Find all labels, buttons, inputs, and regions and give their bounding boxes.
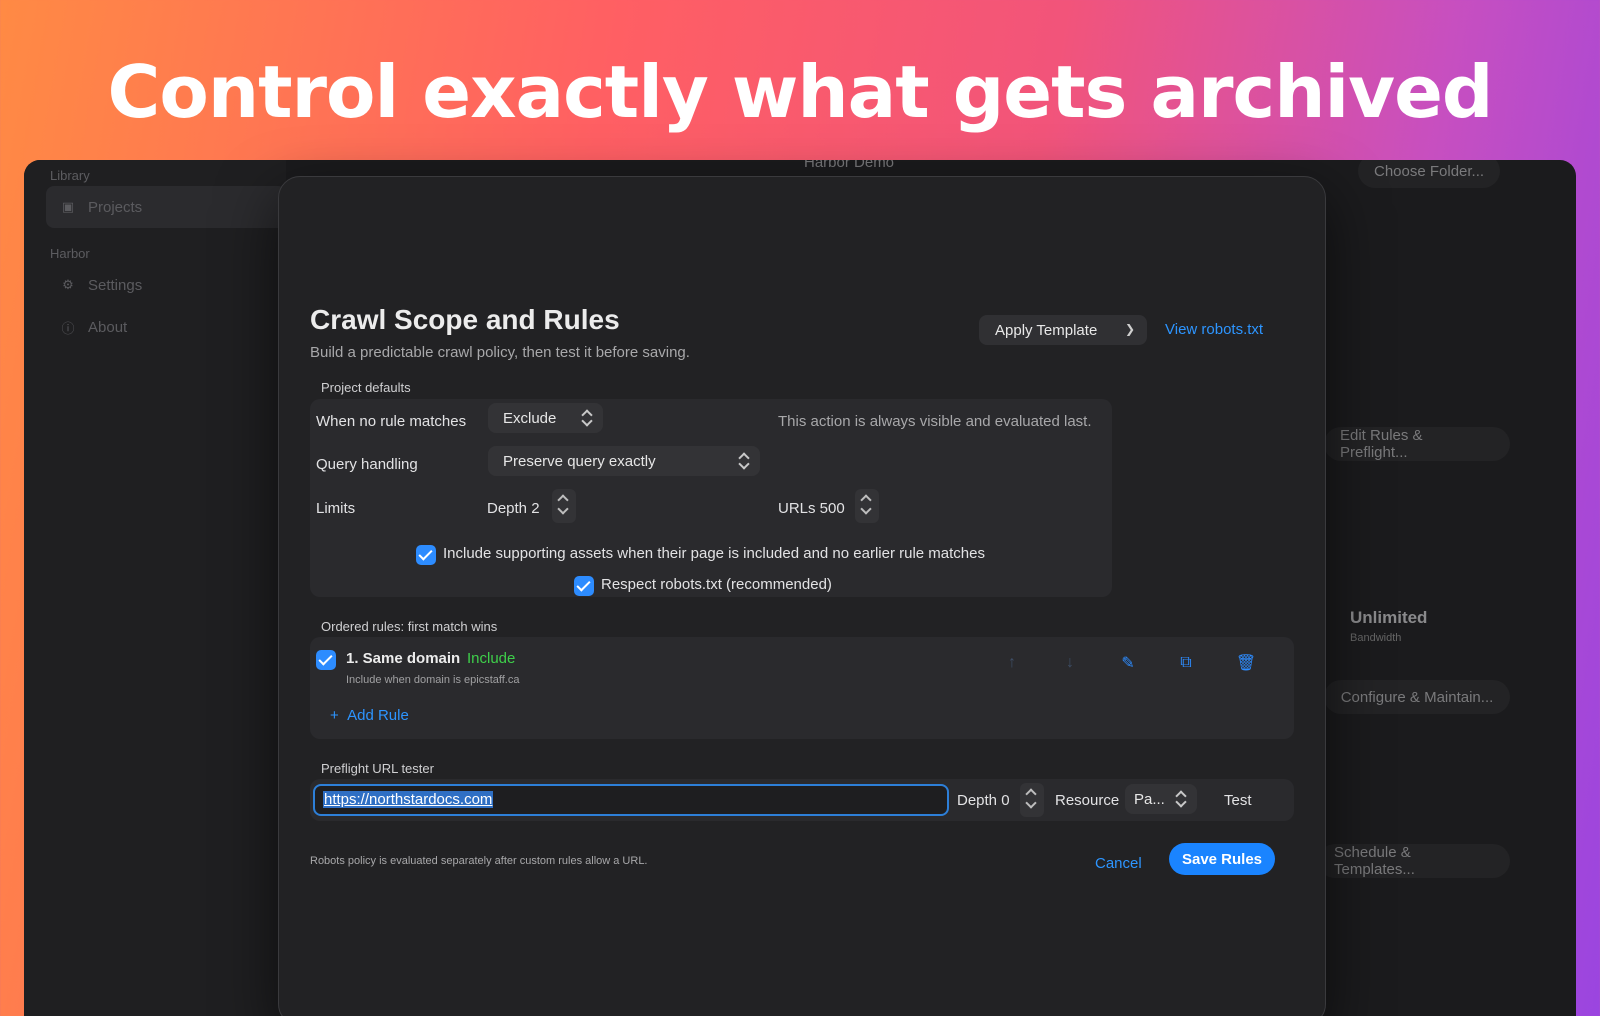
edit-icon[interactable]: ✎: [1118, 653, 1138, 673]
choose-folder-button[interactable]: Choose Folder...: [1358, 160, 1501, 188]
plus-icon: +: [330, 707, 348, 724]
project-defaults-label: Project defaults: [321, 380, 411, 395]
preflight-depth-label: Depth 0: [957, 792, 1010, 809]
include-assets-checkbox[interactable]: [416, 545, 436, 565]
urls-stepper[interactable]: [855, 489, 879, 523]
updown-chevron-icon: [1175, 790, 1187, 808]
sidebar-item-label: Settings: [88, 276, 143, 294]
footer-note: Robots policy is evaluated separately af…: [310, 855, 648, 867]
rules-panel: 1. Same domain Include Include when doma…: [310, 637, 1294, 739]
respect-robots-label: Respect robots.txt (recommended): [601, 576, 832, 593]
cancel-button[interactable]: Cancel: [1095, 855, 1142, 872]
rule-description: Include when domain is epicstaff.ca: [346, 674, 520, 686]
info-icon: ⓘ: [61, 320, 75, 336]
bandwidth-label: Bandwidth: [1350, 632, 1402, 644]
url-value: https://northstardocs.com: [323, 791, 494, 808]
no-match-label: When no rule matches: [316, 413, 467, 430]
configure-button[interactable]: Configure & Maintain...: [1324, 680, 1510, 714]
sidebar-item-about[interactable]: ⓘ About: [46, 306, 286, 348]
project-defaults-panel: When no rule matches Exclude This action…: [310, 399, 1112, 597]
trash-icon[interactable]: 🗑: [1236, 653, 1256, 673]
box-icon: ▣: [61, 199, 75, 214]
chevron-down-icon: ❯: [1124, 322, 1135, 336]
limits-label: Limits: [316, 500, 356, 517]
add-rule-button[interactable]: + Add Rule: [330, 707, 409, 724]
sidebar-item-projects[interactable]: ▣ Projects: [46, 186, 286, 228]
save-rules-button[interactable]: Save Rules: [1169, 843, 1275, 875]
depth-limit-label: Depth 2: [487, 500, 540, 517]
urls-limit-label: URLs 500: [778, 500, 845, 517]
dialog-title: Crawl Scope and Rules: [310, 304, 620, 335]
view-robots-link[interactable]: View robots.txt: [1165, 321, 1263, 338]
dialog-subtitle: Build a predictable crawl policy, then t…: [310, 344, 690, 361]
sidebar-item-label: About: [88, 318, 128, 336]
query-handling-label: Query handling: [316, 456, 418, 473]
project-name: Harbor Demo: [804, 160, 895, 171]
gear-icon: ⚙: [62, 277, 74, 292]
preflight-panel: https://northstardocs.com Depth 0 Resour…: [310, 779, 1294, 821]
edit-rules-button[interactable]: Edit Rules & Preflight...: [1324, 427, 1510, 461]
headline: Control exactly what gets archived: [107, 50, 1494, 134]
sidebar: Library ▣ Projects Harbor ⚙ Settings ⓘ A…: [24, 160, 286, 1016]
no-match-note: This action is always visible and evalua…: [778, 413, 1092, 430]
resource-value: Pa...: [1134, 790, 1165, 808]
query-handling-value: Preserve query exactly: [503, 452, 656, 470]
duplicate-icon[interactable]: ⧉: [1176, 653, 1196, 673]
no-match-value: Exclude: [503, 409, 557, 427]
crawl-rules-dialog: Crawl Scope and Rules Build a predictabl…: [278, 176, 1326, 1016]
rule-action: Include: [467, 650, 516, 667]
move-down-icon[interactable]: ↓: [1060, 653, 1080, 673]
apply-template-button[interactable]: Apply Template ❯: [979, 315, 1147, 345]
apply-template-label: Apply Template: [995, 321, 1098, 339]
sidebar-section-harbor: Harbor: [50, 246, 90, 261]
ordered-rules-label: Ordered rules: first match wins: [321, 619, 498, 634]
updown-chevron-icon: [581, 409, 593, 427]
bandwidth-value: Unlimited: [1350, 608, 1428, 627]
updown-chevron-icon: [738, 452, 750, 470]
depth-stepper[interactable]: [552, 489, 576, 523]
preflight-url-input[interactable]: https://northstardocs.com: [313, 784, 949, 816]
test-button[interactable]: Test: [1224, 792, 1252, 809]
resource-label: Resource: [1055, 792, 1120, 809]
no-match-select[interactable]: Exclude: [488, 403, 603, 433]
move-up-icon[interactable]: ↑: [1002, 653, 1022, 673]
add-rule-label: Add Rule: [347, 707, 409, 724]
respect-robots-checkbox[interactable]: [574, 576, 594, 596]
query-handling-select[interactable]: Preserve query exactly: [488, 446, 760, 476]
sidebar-section-library: Library: [50, 168, 90, 183]
resource-select[interactable]: Pa...: [1125, 784, 1197, 814]
sidebar-item-settings[interactable]: ⚙ Settings: [46, 264, 286, 306]
sidebar-item-label: Projects: [88, 198, 143, 216]
preflight-label: Preflight URL tester: [321, 761, 434, 776]
schedule-button[interactable]: Schedule & Templates...: [1318, 844, 1510, 878]
include-assets-label: Include supporting assets when their pag…: [443, 545, 985, 562]
preflight-depth-stepper[interactable]: [1020, 783, 1044, 817]
rule-enabled-checkbox[interactable]: [316, 650, 336, 670]
rule-title: 1. Same domain: [346, 650, 461, 667]
